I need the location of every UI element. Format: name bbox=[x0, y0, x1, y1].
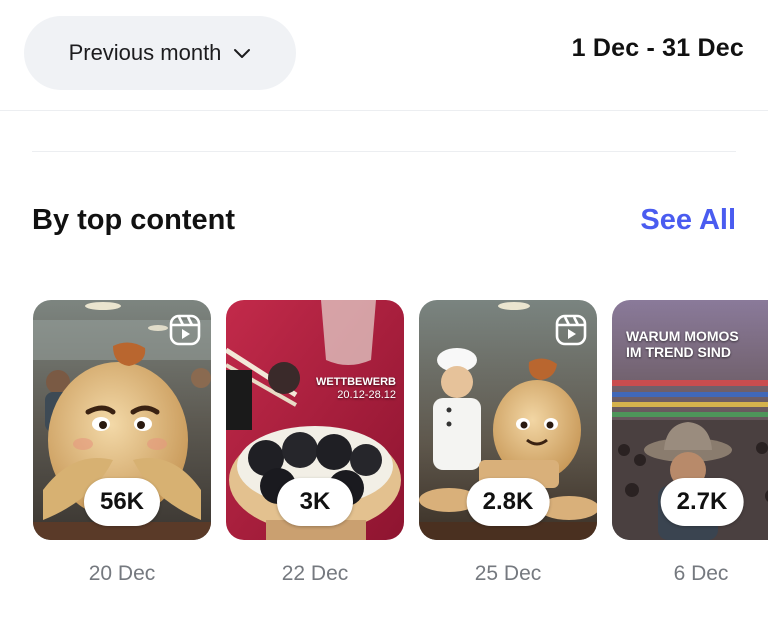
top-bar: Previous month 1 Dec - 31 Dec bbox=[0, 0, 768, 110]
content-card-1[interactable]: 56K bbox=[33, 300, 211, 540]
overlay-caption: WETTBEWERB 20.12-28.12 bbox=[316, 376, 396, 401]
overlay-caption: WARUM MOMOS IM TREND SIND bbox=[626, 328, 739, 360]
period-selector-label: Previous month bbox=[68, 40, 222, 65]
card-date: 25 Dec bbox=[474, 562, 542, 585]
overlay-caption-line: WETTBEWERB bbox=[315, 376, 396, 388]
top-content-screen: Previous month 1 Dec - 31 Dec By top con… bbox=[0, 0, 768, 633]
content-card-3[interactable]: 2.8K bbox=[419, 300, 597, 540]
date-range-label: 1 Dec - 31 Dec bbox=[571, 34, 744, 62]
metric-badge: 2.8K bbox=[466, 478, 550, 526]
card-date: 6 Dec bbox=[673, 562, 729, 585]
overlay-caption-line: WARUM MOMOS bbox=[626, 328, 739, 344]
chevron-down-icon bbox=[233, 47, 251, 59]
period-selector-button[interactable]: Previous month bbox=[24, 16, 296, 90]
reels-icon bbox=[169, 314, 201, 346]
reels-icon bbox=[555, 314, 587, 346]
metric-badge: 56K bbox=[83, 478, 161, 526]
content-card-2[interactable]: WETTBEWERB 20.12-28.12 3K bbox=[226, 300, 404, 540]
overlay-caption-line: IM TREND SIND bbox=[626, 344, 731, 361]
divider bbox=[32, 151, 736, 152]
divider bbox=[0, 110, 768, 111]
section-title: By top content bbox=[32, 204, 235, 236]
metric-badge: 3K bbox=[277, 478, 353, 526]
card-date: 22 Dec bbox=[281, 562, 349, 585]
see-all-link[interactable]: See All bbox=[640, 204, 736, 237]
content-card-4[interactable]: WARUM MOMOS IM TREND SIND 2.7K bbox=[612, 300, 768, 540]
overlay-caption-line: 20.12-28.12 bbox=[337, 388, 396, 401]
card-date: 20 Dec bbox=[88, 562, 156, 585]
metric-badge: 2.7K bbox=[660, 478, 744, 526]
